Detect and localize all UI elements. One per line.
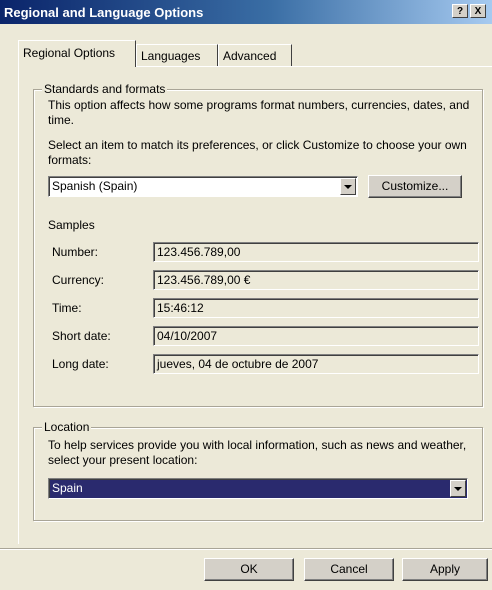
sample-value-number: 123.456.789,00 — [153, 242, 479, 262]
regional-options-panel: Standards and formats This option affect… — [18, 66, 492, 544]
sample-label-short-date: Short date: — [52, 329, 111, 343]
location-select-value: Spain — [52, 481, 83, 495]
format-dropdown-button[interactable] — [340, 178, 356, 195]
tab-advanced[interactable]: Advanced — [218, 44, 292, 66]
standards-instruction: Select an item to match its preferences,… — [48, 138, 467, 167]
footer-divider — [0, 548, 492, 550]
title-bar: Regional and Language Options ? X — [0, 0, 492, 24]
tab-languages[interactable]: Languages — [136, 44, 218, 66]
sample-value-time: 15:46:12 — [153, 298, 479, 318]
close-button[interactable]: X — [470, 4, 486, 18]
location-group: Location To help services provide you wi… — [33, 420, 483, 521]
sample-value-currency: 123.456.789,00 € — [153, 270, 479, 290]
apply-button[interactable]: Apply — [402, 558, 488, 581]
chevron-down-icon — [454, 486, 462, 491]
location-description: To help services provide you with local … — [48, 438, 467, 467]
sample-label-time: Time: — [52, 301, 82, 315]
customize-button[interactable]: Customize... — [368, 175, 462, 198]
location-legend: Location — [42, 420, 92, 434]
standards-description: This option affects how some programs fo… — [48, 98, 470, 127]
location-dropdown-button[interactable] — [450, 480, 466, 497]
format-select[interactable]: Spanish (Spain) — [48, 176, 358, 197]
standards-and-formats-group: Standards and formats This option affect… — [33, 82, 483, 407]
format-select-value: Spanish (Spain) — [52, 179, 138, 193]
ok-button[interactable]: OK — [204, 558, 294, 581]
standards-legend: Standards and formats — [42, 82, 168, 96]
help-button[interactable]: ? — [452, 4, 468, 18]
tab-regional-options[interactable]: Regional Options — [18, 40, 136, 67]
sample-value-short-date: 04/10/2007 — [153, 326, 479, 346]
samples-heading: Samples — [48, 218, 95, 232]
window-title: Regional and Language Options — [4, 5, 204, 20]
chevron-down-icon — [344, 184, 352, 189]
cancel-button[interactable]: Cancel — [304, 558, 394, 581]
sample-label-currency: Currency: — [52, 273, 105, 287]
sample-value-long-date: jueves, 04 de octubre de 2007 — [153, 354, 479, 374]
location-select[interactable]: Spain — [48, 478, 468, 499]
sample-label-number: Number: — [52, 245, 99, 259]
sample-label-long-date: Long date: — [52, 357, 109, 371]
